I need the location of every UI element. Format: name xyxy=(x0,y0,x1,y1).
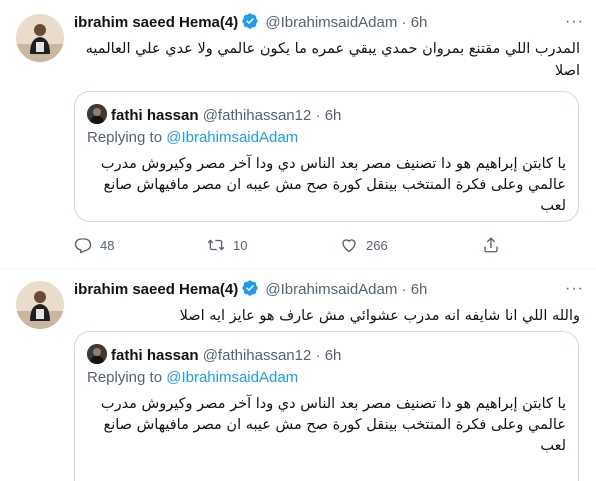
quote-header: fathi hassan @fathihassan12 · 6h xyxy=(87,344,341,366)
like-count: 266 xyxy=(366,237,388,253)
separator: · xyxy=(401,14,407,31)
retweet-count: 10 xyxy=(233,237,248,253)
replying-to: Replying to @IbrahimsaidAdam xyxy=(87,129,298,146)
share-button[interactable] xyxy=(482,236,500,254)
quote-avatar xyxy=(87,344,107,364)
reply-button[interactable]: 48 xyxy=(74,236,114,254)
quote-author-name: fathi hassan xyxy=(111,347,199,364)
author-handle[interactable]: @IbrahimsaidAdam xyxy=(265,14,397,31)
timestamp[interactable]: 6h xyxy=(411,14,428,31)
separator: · xyxy=(315,107,321,124)
tweet-header: ibrahim saeed Hema(4) @IbrahimsaidAdam ·… xyxy=(74,279,584,299)
tweet-1[interactable]: ibrahim saeed Hema(4) @IbrahimsaidAdam ·… xyxy=(0,0,596,269)
tweet-2[interactable]: ibrahim saeed Hema(4) @IbrahimsaidAdam ·… xyxy=(0,269,596,481)
quote-author-name: fathi hassan xyxy=(111,107,199,124)
replying-mention[interactable]: @IbrahimsaidAdam xyxy=(166,369,298,386)
quote-text: يا كابتن إبراهيم هو دا تصنيف مصر بعد الن… xyxy=(100,156,566,214)
timestamp[interactable]: 6h xyxy=(411,281,428,298)
separator: · xyxy=(315,347,321,364)
quote-timestamp: 6h xyxy=(324,347,342,364)
author-name[interactable]: ibrahim saeed Hema(4) xyxy=(74,281,238,298)
reply-count: 48 xyxy=(100,237,115,253)
quote-text: يا كابتن إبراهيم هو دا تصنيف مصر بعد الن… xyxy=(100,396,566,454)
more-icon[interactable]: ··· xyxy=(565,12,584,32)
verified-badge-icon xyxy=(241,12,259,30)
retweet-button[interactable]: 10 xyxy=(207,236,247,254)
tweet-actions: 48 10 266 xyxy=(74,236,514,256)
verified-badge-icon xyxy=(241,279,259,297)
author-handle[interactable]: @IbrahimsaidAdam xyxy=(265,281,397,298)
replying-label: Replying to xyxy=(87,369,163,386)
tweet-text: المدرب اللي مقتنع بمروان حمدي يبقي عمره … xyxy=(85,41,580,79)
avatar[interactable] xyxy=(16,281,64,329)
replying-label: Replying to xyxy=(87,129,163,146)
tweet-text: والله اللي انا شايفه انه مدرب عشوائي مش … xyxy=(179,308,580,324)
like-icon xyxy=(342,239,356,253)
quote-author-handle: @fathihassan12 xyxy=(202,107,312,124)
tweet-header: ibrahim saeed Hema(4) @IbrahimsaidAdam ·… xyxy=(74,12,584,32)
quote-avatar xyxy=(87,104,107,124)
quote-header: fathi hassan @fathihassan12 · 6h xyxy=(87,104,341,126)
share-icon xyxy=(484,237,498,253)
quoted-tweet[interactable]: fathi hassan @fathihassan12 · 6h Replyin… xyxy=(74,91,579,222)
replying-to: Replying to @IbrahimsaidAdam xyxy=(87,369,298,386)
separator: · xyxy=(401,281,407,298)
more-icon[interactable]: ··· xyxy=(565,279,584,299)
like-button[interactable]: 266 xyxy=(340,236,388,254)
quote-timestamp: 6h xyxy=(324,107,342,124)
reply-icon xyxy=(74,238,92,254)
author-name[interactable]: ibrahim saeed Hema(4) xyxy=(74,14,238,31)
retweet-icon xyxy=(207,239,225,251)
quoted-tweet[interactable]: fathi hassan @fathihassan12 · 6h Replyin… xyxy=(74,331,579,481)
avatar[interactable] xyxy=(16,14,64,62)
quote-author-handle: @fathihassan12 xyxy=(202,347,312,364)
replying-mention[interactable]: @IbrahimsaidAdam xyxy=(166,129,298,146)
